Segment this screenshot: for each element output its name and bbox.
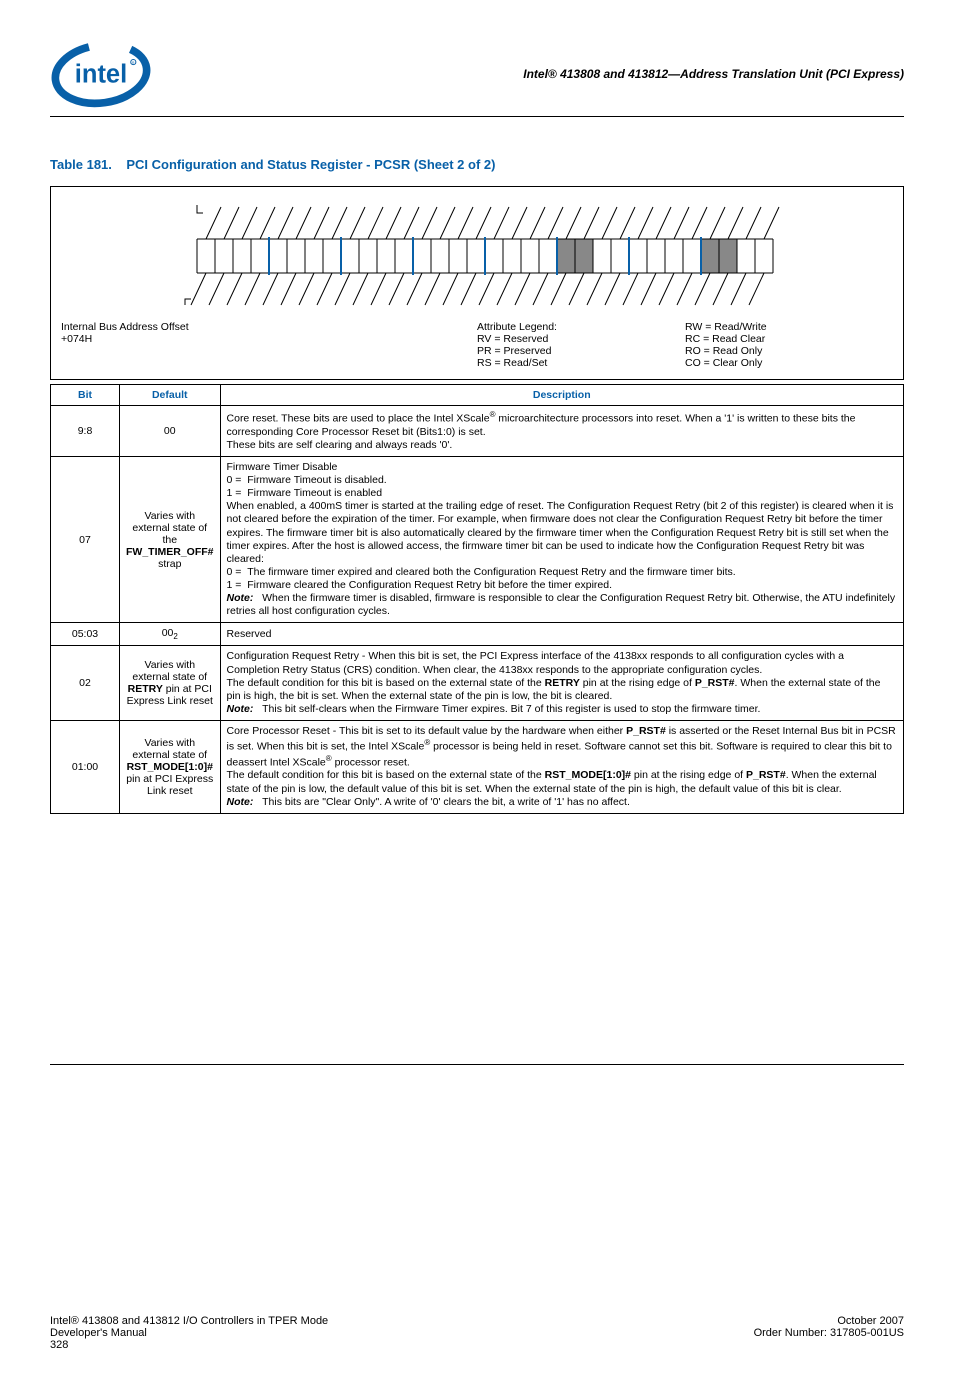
- footer-left-1: Intel® 413808 and 413812 I/O Controllers…: [50, 1315, 328, 1327]
- header-rule: [50, 116, 904, 117]
- cell-default: 00: [120, 406, 221, 457]
- table-row: 9:800Core reset. These bits are used to …: [51, 406, 904, 457]
- footer-right-1: October 2007: [754, 1315, 904, 1327]
- th-default: Default: [120, 385, 221, 406]
- table-row: 02Varies with external state of RETRY pi…: [51, 646, 904, 721]
- table-row: 01:00Varies with external state of RST_M…: [51, 721, 904, 814]
- intel-logo: intel R: [50, 40, 152, 108]
- cell-description: Firmware Timer Disable0 = Firmware Timeo…: [220, 456, 903, 623]
- footer-right-2: Order Number: 317805-001US: [754, 1327, 904, 1339]
- legend-rw: RW = Read/Write: [685, 321, 893, 333]
- cell-default: Varies with external state of RST_MODE[1…: [120, 721, 221, 814]
- svg-text:intel: intel: [75, 61, 127, 89]
- offset-label: Internal Bus Address Offset: [61, 321, 477, 333]
- bitfield-diagram: [127, 199, 827, 319]
- legend-title: Attribute Legend:: [477, 321, 685, 333]
- table-caption: Table 181. PCI Configuration and Status …: [50, 157, 904, 172]
- legend-rv: RV = Reserved: [477, 333, 685, 345]
- bitfield-diagram-box: Internal Bus Address Offset +074H Attrib…: [50, 186, 904, 380]
- cell-bit: 9:8: [51, 406, 120, 457]
- page-header: intel R Intel® 413808 and 413812—Address…: [50, 40, 904, 108]
- header-doc-title: Intel® 413808 and 413812—Address Transla…: [152, 67, 904, 81]
- table-row: 07Varies with external state of the FW_T…: [51, 456, 904, 623]
- legend-co: CO = Clear Only: [685, 357, 893, 369]
- legend-rs: RS = Read/Set: [477, 357, 685, 369]
- footer-left-2: Developer's Manual: [50, 1327, 328, 1339]
- th-description: Description: [220, 385, 903, 406]
- cell-description: Core reset. These bits are used to place…: [220, 406, 903, 457]
- th-bit: Bit: [51, 385, 120, 406]
- table-row: 05:03002Reserved: [51, 623, 904, 646]
- cell-description: Configuration Request Retry - When this …: [220, 646, 903, 721]
- cell-description: Core Processor Reset - This bit is set t…: [220, 721, 903, 814]
- offset-value: +074H: [61, 333, 477, 345]
- cell-default: Varies with external state of the FW_TIM…: [120, 456, 221, 623]
- cell-bit: 02: [51, 646, 120, 721]
- caption-text: PCI Configuration and Status Register - …: [126, 157, 495, 172]
- cell-default: Varies with external state of RETRY pin …: [120, 646, 221, 721]
- legend-row: Internal Bus Address Offset +074H Attrib…: [51, 319, 903, 373]
- footer-page-num: 328: [50, 1339, 328, 1351]
- legend-rc: RC = Read Clear: [685, 333, 893, 345]
- cell-default: 002: [120, 623, 221, 646]
- legend-pr: PR = Preserved: [477, 345, 685, 357]
- footer-rule: [50, 1064, 904, 1065]
- cell-bit: 01:00: [51, 721, 120, 814]
- cell-description: Reserved: [220, 623, 903, 646]
- register-table: Bit Default Description 9:800Core reset.…: [50, 384, 904, 814]
- legend-ro: RO = Read Only: [685, 345, 893, 357]
- cell-bit: 05:03: [51, 623, 120, 646]
- caption-number: Table 181.: [50, 157, 112, 172]
- page-footer: Intel® 413808 and 413812 I/O Controllers…: [50, 1315, 904, 1351]
- cell-bit: 07: [51, 456, 120, 623]
